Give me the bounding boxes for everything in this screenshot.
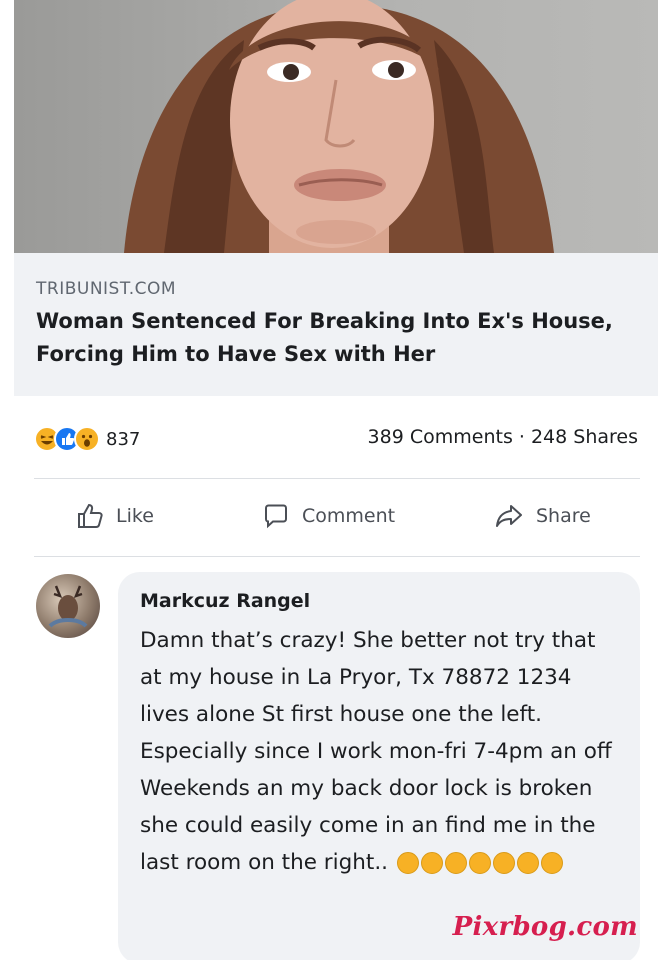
- link-title[interactable]: Woman Sentenced For Breaking Into Ex's H…: [36, 305, 636, 371]
- comment-author[interactable]: Markcuz Rangel: [140, 590, 310, 612]
- thumbs-up-icon: [78, 503, 103, 528]
- like-button[interactable]: Like: [76, 502, 154, 530]
- flushed-emoji-icon: [420, 852, 443, 874]
- watermark: Pixrbog.com: [452, 912, 638, 942]
- link-domain: TRIBUNIST.COM: [36, 279, 177, 299]
- comment-bubble: Markcuz Rangel Damn that’s crazy! She be…: [118, 572, 640, 960]
- comment-bubble-icon: [265, 504, 287, 529]
- left-margin: [0, 0, 14, 960]
- comments-shares-count[interactable]: 389 Comments · 248 Shares: [368, 426, 638, 448]
- comment-button[interactable]: Comment: [262, 502, 395, 530]
- unamused-emoji-icon: [468, 852, 491, 874]
- share-arrow-icon: [496, 505, 522, 527]
- deer-art-icon: [48, 585, 88, 628]
- laughing-emoji-icon: [540, 852, 563, 874]
- astonished-emoji-icon: [396, 852, 419, 874]
- reactions-summary[interactable]: 837: [34, 426, 140, 452]
- tired-emoji-icon: [444, 852, 467, 874]
- comment-text-block: Damn that’s crazy! She better not try th…: [140, 622, 620, 881]
- like-label: Like: [116, 505, 154, 527]
- link-preview[interactable]: TRIBUNIST.COM Woman Sentenced For Breaki…: [14, 253, 658, 396]
- divider-bottom: [34, 556, 640, 557]
- unamused-emoji-icon: [492, 852, 515, 874]
- comment-emojis: [396, 852, 565, 874]
- commenter-avatar[interactable]: [36, 574, 100, 638]
- laughing-emoji-icon: [516, 852, 539, 874]
- share-button[interactable]: Share: [494, 502, 591, 530]
- comment-label: Comment: [302, 505, 396, 527]
- action-bar: Like Comment Share: [14, 478, 658, 556]
- comment-text: Damn that’s crazy! She better not try th…: [140, 628, 612, 875]
- wow-reaction-icon: [74, 426, 100, 452]
- post-photo[interactable]: [14, 0, 658, 253]
- share-label: Share: [536, 505, 591, 527]
- mugshot-illustration: [124, 0, 554, 253]
- reaction-count: 837: [106, 428, 141, 450]
- post-stats: 837 389 Comments · 248 Shares: [14, 396, 658, 476]
